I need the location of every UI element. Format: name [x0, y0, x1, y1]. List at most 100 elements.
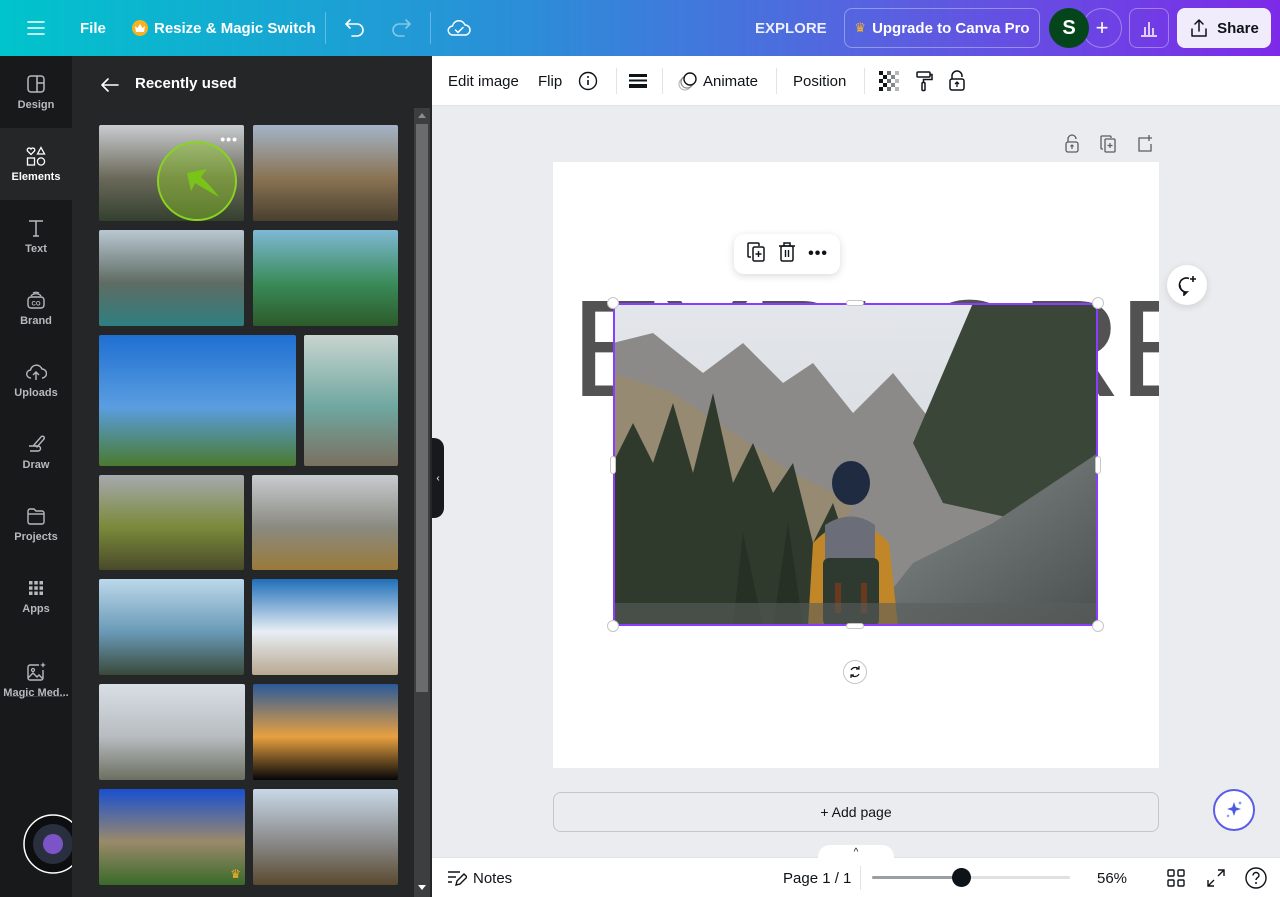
- expand-pages-button[interactable]: ^: [818, 845, 894, 859]
- zoom-percentage[interactable]: 56%: [1097, 858, 1127, 897]
- svg-text:CO: CO: [32, 302, 41, 308]
- panel-title: Recently used: [135, 75, 237, 92]
- share-button[interactable]: Share: [1177, 8, 1271, 48]
- magic-assistant-button[interactable]: [1213, 789, 1255, 831]
- add-page-icon[interactable]: [1136, 133, 1154, 155]
- zoom-slider-fill: [872, 876, 962, 879]
- divider: [430, 12, 431, 44]
- animate-button[interactable]: Animate: [677, 56, 758, 106]
- resize-handle-top[interactable]: [846, 300, 864, 306]
- resize-handle-bottom-left[interactable]: [607, 620, 619, 632]
- cloud-check-icon[interactable]: [447, 0, 471, 56]
- thumbnail-image[interactable]: [253, 230, 398, 326]
- grid-view-icon[interactable]: [1167, 858, 1185, 897]
- info-icon[interactable]: [578, 56, 598, 106]
- thumbnail-image[interactable]: [252, 475, 398, 570]
- element-floating-menu: •••: [734, 234, 840, 274]
- comment-plus-icon: [1178, 276, 1196, 296]
- rail-item-text[interactable]: Text: [0, 200, 72, 272]
- flip-button[interactable]: Flip: [538, 56, 562, 106]
- file-menu-button[interactable]: File: [80, 0, 106, 56]
- duplicate-page-icon[interactable]: [1099, 133, 1117, 155]
- animate-label: Animate: [703, 72, 759, 90]
- rail-item-uploads[interactable]: Uploads: [0, 344, 72, 416]
- resize-handle-right[interactable]: [1095, 456, 1101, 474]
- copy-style-icon[interactable]: [914, 56, 934, 106]
- scroll-up-arrow[interactable]: [418, 113, 426, 118]
- trash-icon[interactable]: [778, 241, 796, 268]
- crown-icon: ♛: [854, 20, 867, 35]
- transparency-icon[interactable]: [879, 56, 899, 106]
- rotate-handle[interactable]: [843, 660, 867, 684]
- zoom-slider-knob[interactable]: [951, 868, 971, 887]
- thumbnail-image[interactable]: [253, 684, 398, 780]
- thumbnail-image[interactable]: [99, 230, 244, 326]
- more-icon[interactable]: •••: [808, 245, 828, 263]
- thumbnail-image[interactable]: [304, 335, 398, 466]
- rail-item-projects[interactable]: Projects: [0, 488, 72, 560]
- divider: [776, 68, 777, 94]
- more-horizontal-icon[interactable]: •••: [220, 131, 238, 147]
- help-icon[interactable]: [1245, 858, 1267, 897]
- avatar[interactable]: S: [1049, 8, 1089, 48]
- thumbnail-image[interactable]: [253, 789, 398, 885]
- rail-item-label: Projects: [14, 531, 58, 543]
- scroll-down-arrow[interactable]: [418, 885, 426, 890]
- upgrade-pro-button[interactable]: ♛ Upgrade to Canva Pro: [844, 8, 1040, 48]
- animate-icon: [678, 72, 697, 91]
- edit-image-button[interactable]: Edit image: [448, 56, 519, 106]
- back-button[interactable]: [98, 73, 122, 97]
- resize-handle-bottom-right[interactable]: [1092, 620, 1104, 632]
- rail-item-label: Uploads: [14, 387, 58, 399]
- rail-item-elements[interactable]: Elements: [0, 128, 72, 200]
- thumbnail-image[interactable]: [99, 475, 244, 570]
- rail-item-draw[interactable]: Draw: [0, 416, 72, 488]
- bar-chart-icon: [1141, 22, 1157, 37]
- hamburger-icon[interactable]: [24, 0, 48, 56]
- resize-handle-top-left[interactable]: [607, 297, 619, 309]
- rail-item-brand[interactable]: CO Brand: [0, 272, 72, 344]
- sparkle-icon: [1226, 801, 1242, 818]
- rail-item-apps[interactable]: Apps: [0, 560, 72, 632]
- position-button[interactable]: Position: [793, 56, 846, 106]
- divider: [662, 68, 663, 94]
- document-title[interactable]: EXPLORE: [755, 0, 827, 56]
- left-rail: Design Elements Text CO Brand Uploads Dr…: [0, 56, 83, 897]
- collapse-panel-button[interactable]: ‹: [432, 438, 444, 518]
- page-indicator[interactable]: Page 1 / 1: [783, 858, 851, 897]
- redo-icon[interactable]: [389, 0, 413, 56]
- thumbnail-image[interactable]: [99, 684, 245, 780]
- add-comment-button[interactable]: [1167, 265, 1207, 305]
- add-page-button[interactable]: + Add page: [553, 792, 1159, 832]
- resize-magic-switch-button[interactable]: Resize & Magic Switch: [132, 0, 316, 56]
- undo-icon[interactable]: [343, 0, 367, 56]
- rail-item-label: Text: [25, 243, 47, 255]
- notes-icon: [448, 871, 467, 886]
- text-icon: [29, 220, 43, 237]
- insights-button[interactable]: [1129, 8, 1169, 48]
- rail-item-label: Brand: [20, 315, 52, 327]
- scrollbar-thumb[interactable]: [416, 124, 428, 692]
- thumbnail-image[interactable]: •••: [99, 125, 244, 221]
- resize-handle-bottom[interactable]: [846, 623, 864, 629]
- thumbnail-image[interactable]: ♛: [99, 789, 245, 885]
- plus-icon: +: [1095, 15, 1109, 40]
- upgrade-label: Upgrade to Canva Pro: [872, 19, 1030, 37]
- divider: [864, 68, 865, 94]
- thumbnail-image[interactable]: [99, 335, 296, 466]
- rail-item-design[interactable]: Design: [0, 56, 72, 128]
- resize-handle-left[interactable]: [610, 456, 616, 474]
- resize-handle-top-right[interactable]: [1092, 297, 1104, 309]
- hero-photo[interactable]: [613, 303, 1098, 626]
- rail-item-magic-media[interactable]: Magic Med...: [0, 644, 72, 716]
- thumbnail-image[interactable]: [253, 125, 398, 221]
- duplicate-icon[interactable]: [746, 241, 766, 268]
- thumbnail-image[interactable]: [99, 579, 244, 675]
- fullscreen-icon[interactable]: [1207, 858, 1225, 897]
- border-style-icon[interactable]: [628, 56, 648, 106]
- notes-label: Notes: [473, 869, 513, 887]
- thumbnail-image[interactable]: [252, 579, 398, 675]
- unlock-page-icon[interactable]: [1063, 133, 1081, 155]
- lock-icon[interactable]: [948, 56, 966, 106]
- notes-button[interactable]: Notes: [447, 858, 512, 897]
